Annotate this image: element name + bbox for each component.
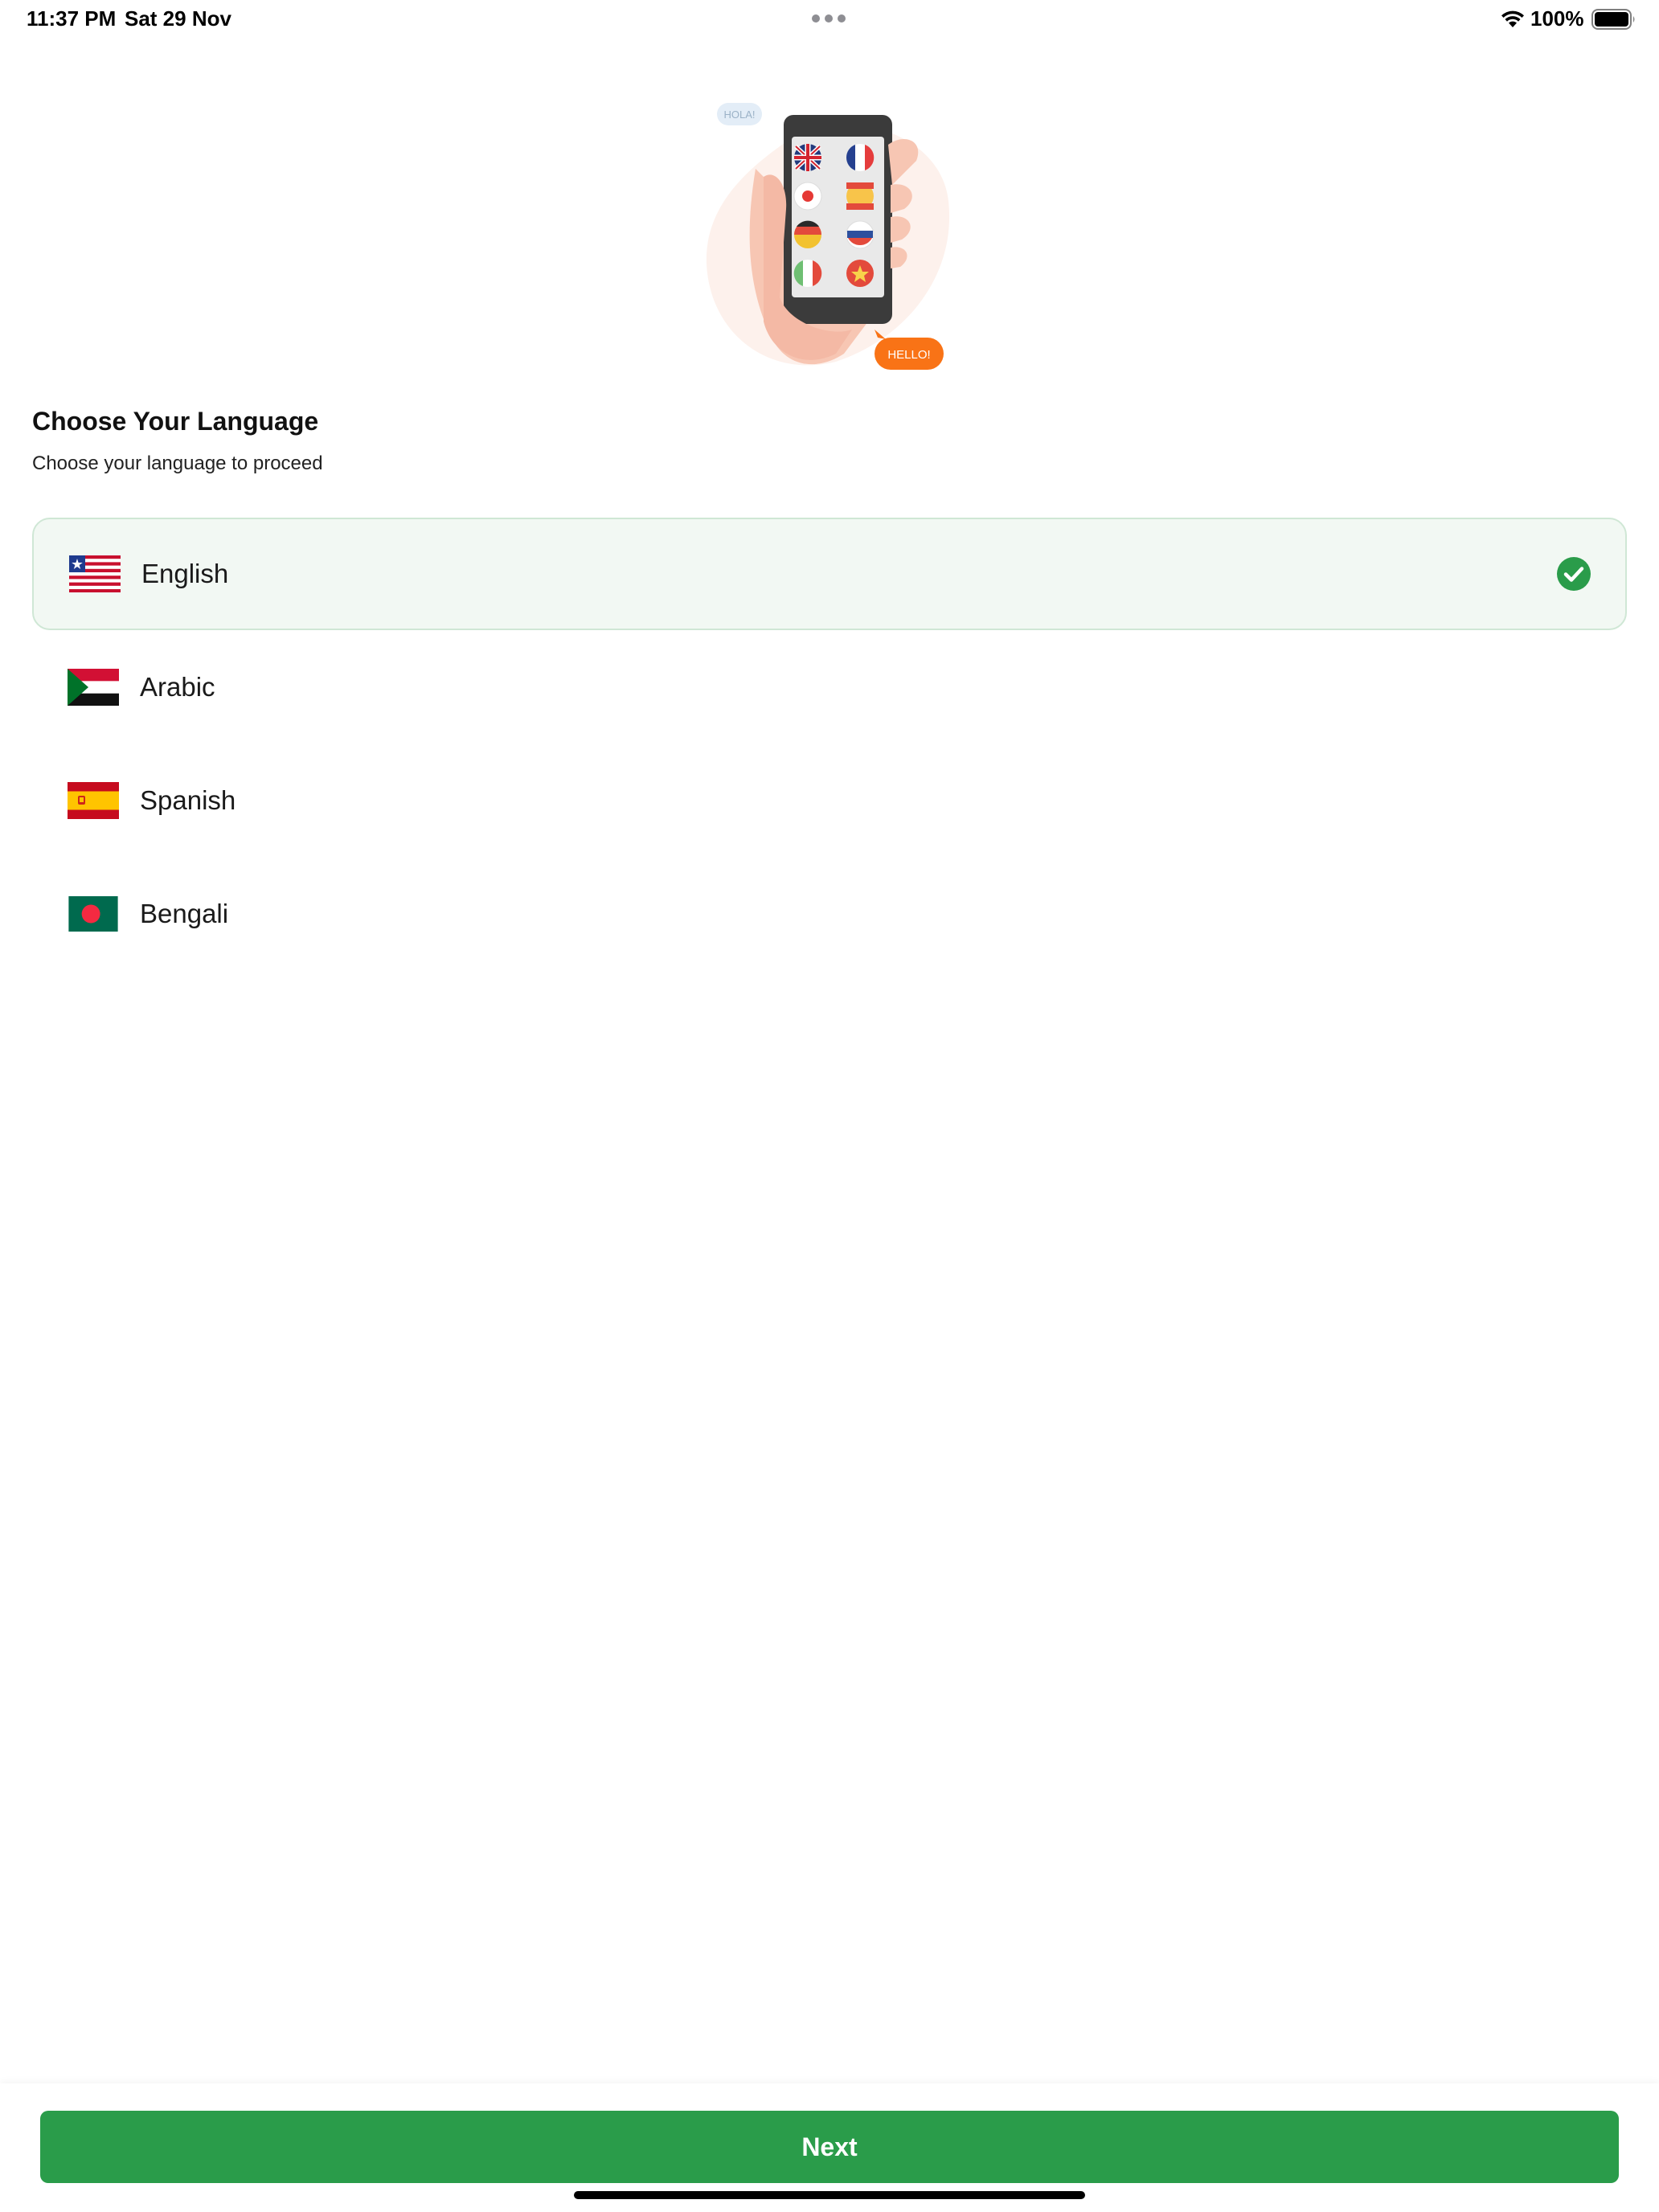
battery-full-icon [1591, 9, 1635, 30]
bubble-hello: HELLO! [887, 348, 930, 362]
multitasking-dots-icon[interactable] [812, 14, 846, 23]
next-button[interactable]: Next [40, 2111, 1619, 2183]
language-option-bengali[interactable]: Bengali [32, 858, 1627, 970]
bottom-action-bar: Next [0, 2083, 1659, 2212]
battery-percent: 100% [1530, 6, 1584, 31]
page-subtitle: Choose your language to proceed [32, 453, 323, 474]
liberia-flag-icon [69, 555, 121, 592]
language-option-arabic[interactable]: Arabic [32, 631, 1627, 743]
status-time: 11:37 PM [27, 6, 117, 31]
language-option-spanish[interactable]: Spanish [32, 744, 1627, 857]
sudan-flag-icon [68, 669, 119, 706]
language-label: Arabic [140, 672, 215, 702]
bangladesh-flag-icon [68, 896, 118, 932]
home-indicator[interactable] [574, 2191, 1085, 2199]
language-illustration: HOLA! HELLO! [706, 103, 950, 370]
wifi-icon [1501, 10, 1524, 27]
check-circle-icon [1557, 557, 1591, 591]
language-label: English [141, 559, 229, 588]
status-date: Sat 29 Nov [125, 6, 231, 31]
page-title: Choose Your Language [32, 407, 319, 436]
language-option-english[interactable]: English [32, 518, 1627, 630]
language-label: Bengali [140, 899, 229, 928]
spain-flag-icon [68, 782, 119, 819]
status-bar: 11:37 PM Sat 29 Nov 100% [0, 0, 1659, 40]
language-label: Spanish [140, 785, 236, 815]
language-list: English Arabic Spanish Bengali [32, 518, 1627, 971]
bubble-hola: HOLA! [723, 109, 755, 121]
